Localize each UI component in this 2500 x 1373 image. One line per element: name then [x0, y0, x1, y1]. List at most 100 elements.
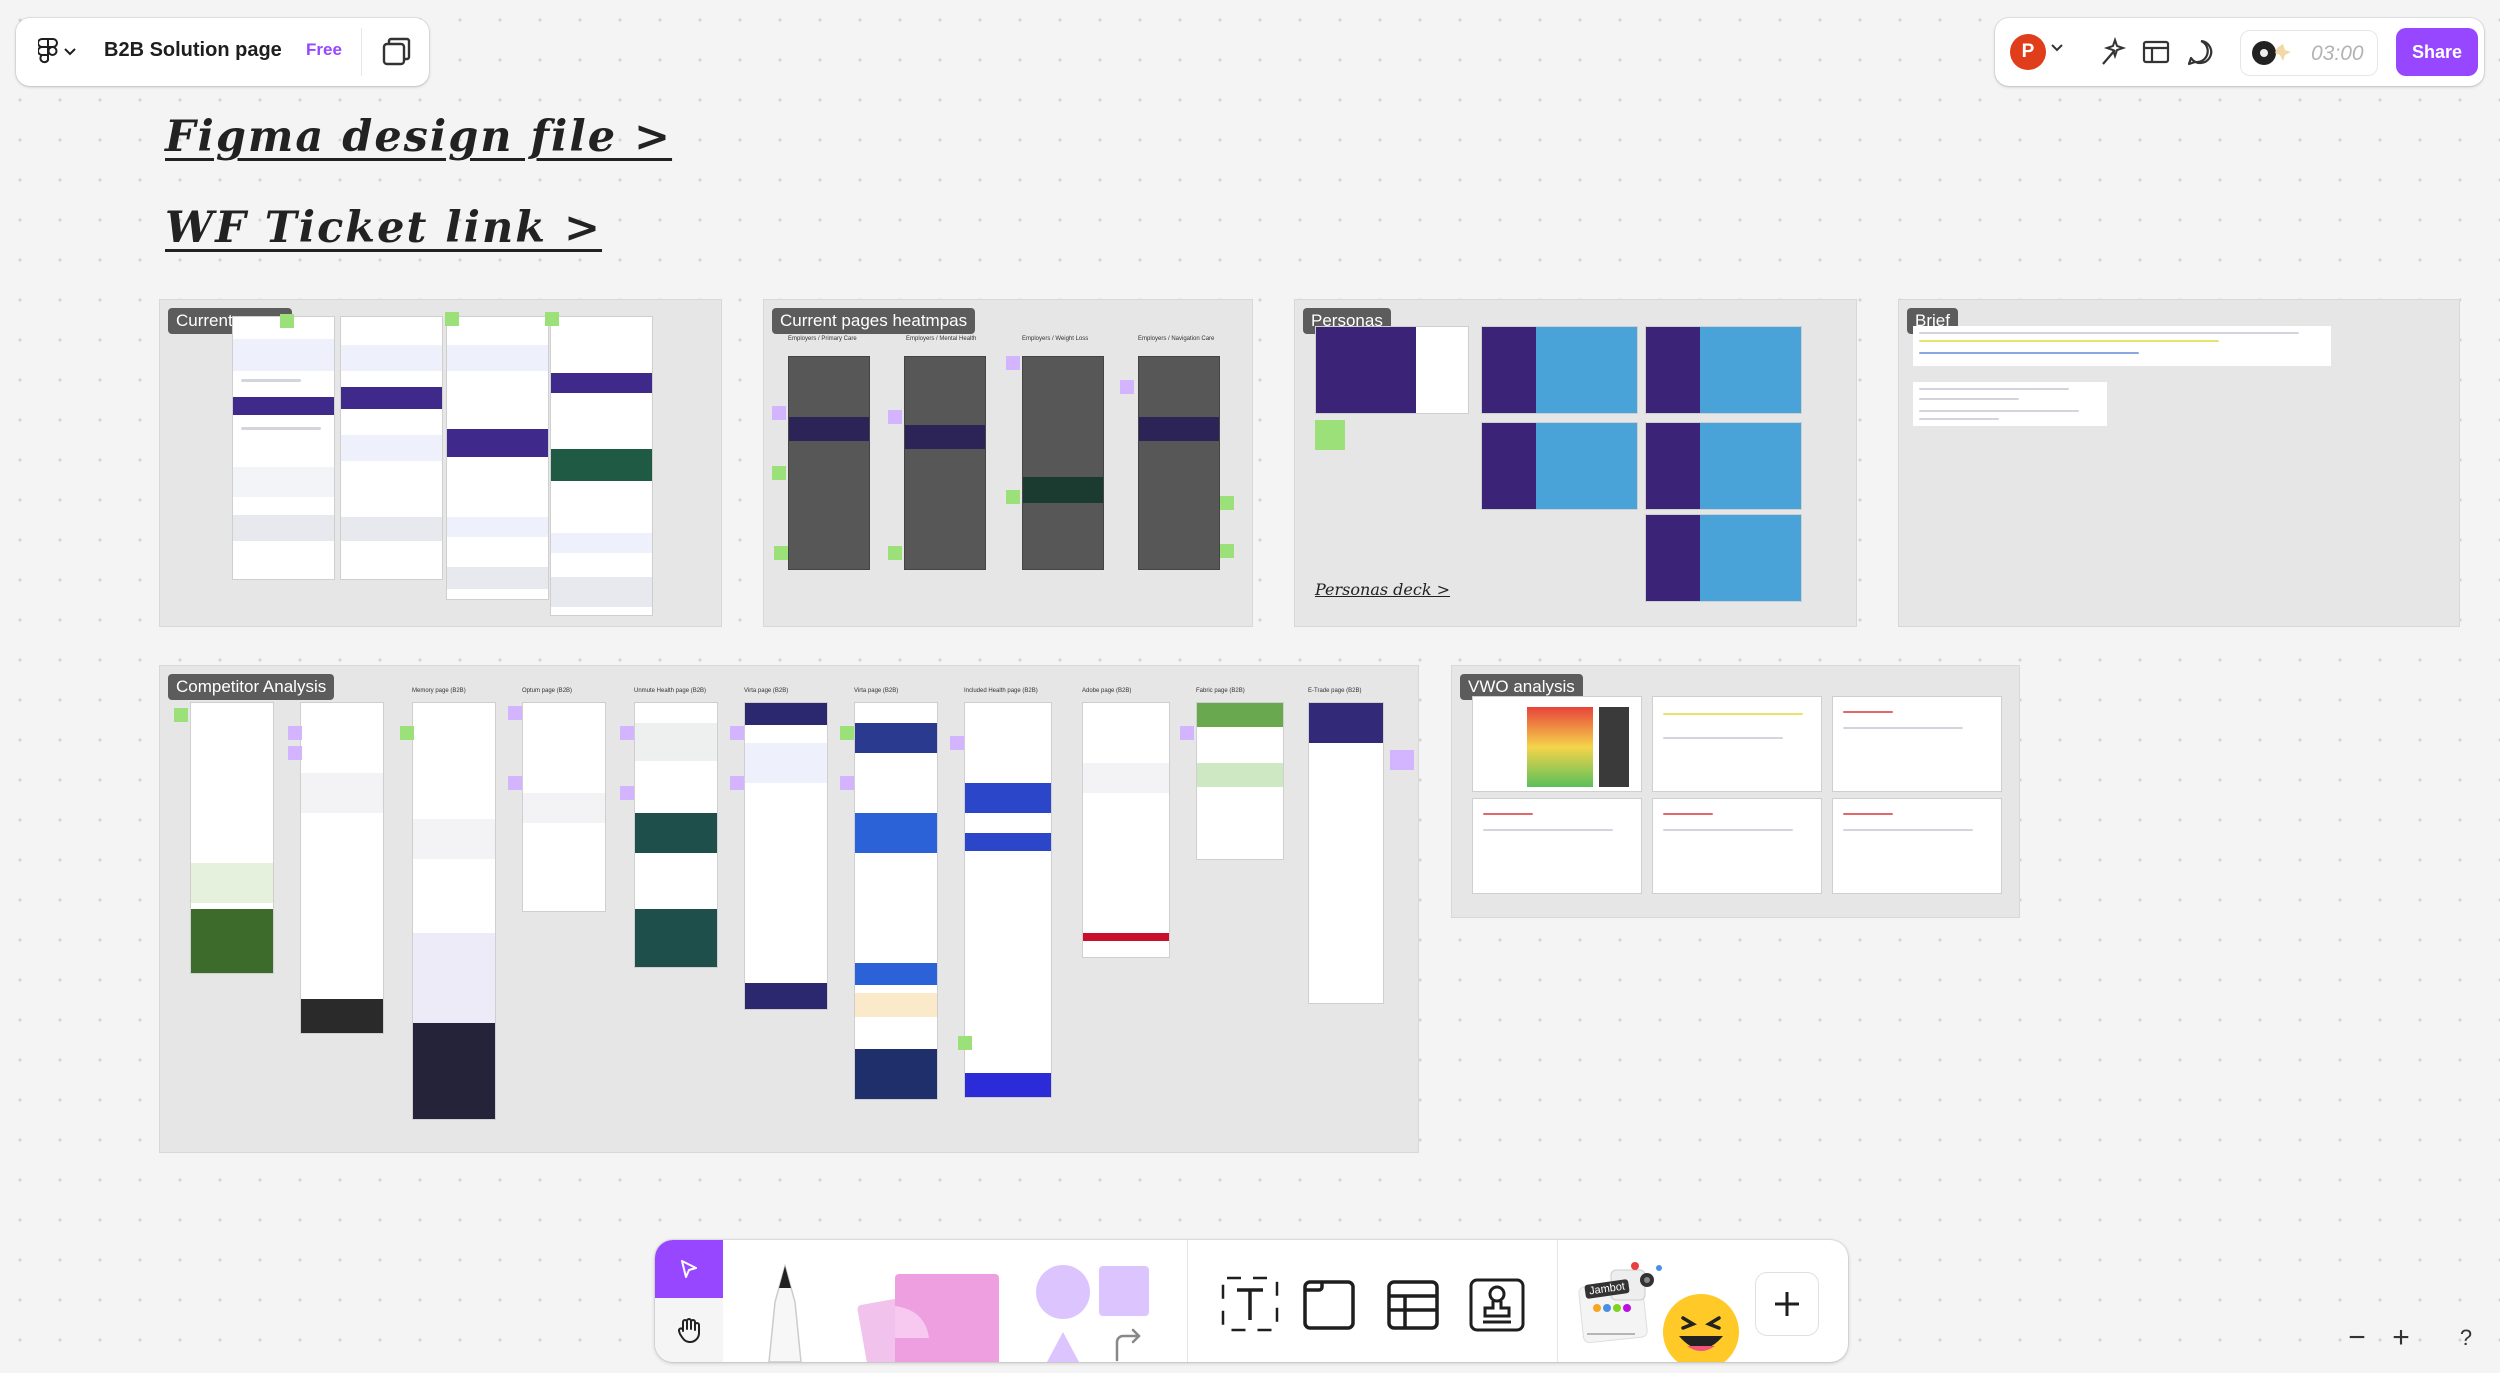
competitor-page[interactable] [1196, 702, 1284, 860]
page-thumbnail[interactable] [232, 316, 335, 580]
stamp-tool-button[interactable] [1465, 1272, 1529, 1336]
main-menu-button[interactable] [38, 36, 82, 68]
heatmap-caption: Employers / Weight Loss [1022, 336, 1089, 342]
plan-badge[interactable]: Free [306, 40, 342, 60]
section-icon [1303, 1280, 1355, 1330]
competitor-caption: Adobe page (B2B) [1082, 688, 1132, 694]
move-tool-button[interactable] [655, 1240, 723, 1298]
heatmap-thumbnail[interactable] [1022, 356, 1104, 570]
vwo-slide[interactable] [1472, 798, 1642, 894]
competitor-caption: Included Health page (B2B) [964, 688, 1038, 694]
toggle-layers-button[interactable] [378, 34, 414, 70]
competitor-caption: Virta page (B2B) [744, 688, 789, 694]
competitor-page[interactable] [522, 702, 606, 912]
collab-toolbar: P 03:00 Share [1995, 18, 2484, 86]
board-view-button[interactable] [2140, 36, 2172, 68]
ai-actions-button[interactable] [2095, 36, 2127, 68]
heatmap-caption: Employers / Primary Care [788, 336, 857, 342]
emoji-button[interactable] [1661, 1290, 1741, 1362]
competitor-caption: E-Trade page (B2B) [1308, 688, 1362, 694]
music-icon [2252, 41, 2291, 65]
text-tool-button[interactable] [1215, 1272, 1285, 1336]
heatmap-thumbnail[interactable] [788, 356, 870, 570]
connector-tool-button[interactable] [1111, 1324, 1145, 1362]
page-thumbnail[interactable] [550, 316, 653, 616]
competitor-page[interactable] [1082, 702, 1170, 958]
persona-card[interactable] [1315, 326, 1469, 414]
move-cursor-icon [681, 1260, 697, 1278]
persona-card[interactable] [1645, 422, 1802, 510]
page-thumbnail[interactable] [340, 316, 443, 580]
competitor-caption: Memory page (B2B) [412, 688, 466, 694]
persona-card[interactable] [1645, 326, 1802, 414]
section-tool-button[interactable] [1297, 1272, 1361, 1336]
brief-text-block[interactable] [1913, 326, 2331, 366]
section-heatmaps[interactable]: Current pages heatmpas Employers / Prima… [763, 299, 1253, 627]
connector-icon [1115, 1328, 1141, 1362]
vwo-slide[interactable] [1832, 696, 2002, 792]
hand-tool-button[interactable] [655, 1302, 723, 1358]
wf-ticket-link[interactable]: WF Ticket link > [165, 203, 602, 253]
section-brief[interactable]: Brief [1898, 299, 2460, 627]
widgets-icon [1578, 1262, 1662, 1344]
section-vwo-analysis[interactable]: VWO analysis [1451, 665, 2020, 918]
competitor-caption: Optum page (B2B) [522, 688, 573, 694]
board-view-icon [2142, 40, 2170, 64]
sticky-note-icon [857, 1274, 999, 1362]
competitor-page[interactable] [190, 702, 274, 974]
competitor-page[interactable] [744, 702, 828, 1010]
competitor-caption: Virta page (B2B) [854, 688, 899, 694]
persona-card[interactable] [1481, 422, 1638, 510]
vwo-slide[interactable] [1832, 798, 2002, 894]
vwo-slide[interactable] [1472, 696, 1642, 792]
text-icon [1221, 1276, 1279, 1332]
competitor-page[interactable] [1308, 702, 1384, 1004]
section-personas[interactable]: Personas Personas deck > [1294, 299, 1857, 627]
persona-card[interactable] [1481, 326, 1638, 414]
persona-card[interactable] [1645, 514, 1802, 602]
competitor-caption: Fabric page (B2B) [1196, 688, 1245, 694]
timer-value: 03:00 [2311, 42, 2364, 65]
comments-button[interactable] [2185, 36, 2217, 68]
layout-panel-icon [382, 37, 411, 66]
zoom-out-button[interactable]: − [2335, 1316, 2379, 1360]
table-icon [1387, 1280, 1439, 1330]
pencil-tool-button[interactable] [755, 1262, 815, 1362]
competitor-page[interactable] [964, 702, 1052, 1098]
ai-sparkle-icon [2102, 36, 2127, 65]
pencil-icon [768, 1263, 802, 1362]
plus-icon [1775, 1292, 1799, 1316]
chevron-down-icon [64, 48, 76, 56]
avatar[interactable]: P [2010, 34, 2046, 70]
timer-widget[interactable]: 03:00 [2240, 30, 2378, 76]
heatmap-thumbnail[interactable] [904, 356, 986, 570]
table-tool-button[interactable] [1381, 1272, 1445, 1336]
heatmap-thumbnail[interactable] [1138, 356, 1220, 570]
heatmap-caption: Employers / Navigation Care [1138, 336, 1215, 342]
share-button[interactable]: Share [2396, 28, 2478, 76]
competitor-page[interactable] [854, 702, 938, 1100]
section-competitor-analysis[interactable]: Competitor Analysis Memory page (B2B) Op… [159, 665, 1419, 1153]
competitor-page[interactable] [300, 702, 384, 1034]
brief-notes-block[interactable] [1913, 382, 2107, 426]
more-tools-button[interactable] [1755, 1272, 1819, 1336]
widgets-button[interactable]: Jambot [1575, 1254, 1675, 1362]
zoom-in-button[interactable]: + [2379, 1316, 2423, 1360]
competitor-page[interactable] [412, 702, 496, 1120]
creation-toolbar: Jambot [655, 1240, 1848, 1362]
figma-design-file-link[interactable]: Figma design file > [165, 112, 672, 162]
figma-logo-icon [38, 38, 58, 64]
page-thumbnail[interactable] [446, 316, 549, 600]
vwo-slide[interactable] [1652, 696, 1822, 792]
file-name[interactable]: B2B Solution page [104, 39, 282, 62]
hand-icon [677, 1318, 700, 1344]
section-current-pages[interactable]: Current pages [159, 299, 722, 627]
sticky-note-tool-button[interactable] [855, 1266, 1005, 1362]
competitor-page[interactable] [634, 702, 718, 968]
vwo-slide[interactable] [1652, 798, 1822, 894]
emoji-icon [1663, 1294, 1739, 1362]
chevron-down-icon[interactable] [2051, 44, 2063, 52]
help-button[interactable]: ? [2448, 1320, 2484, 1356]
personas-deck-link[interactable]: Personas deck > [1315, 580, 1450, 599]
divider [1557, 1240, 1558, 1362]
